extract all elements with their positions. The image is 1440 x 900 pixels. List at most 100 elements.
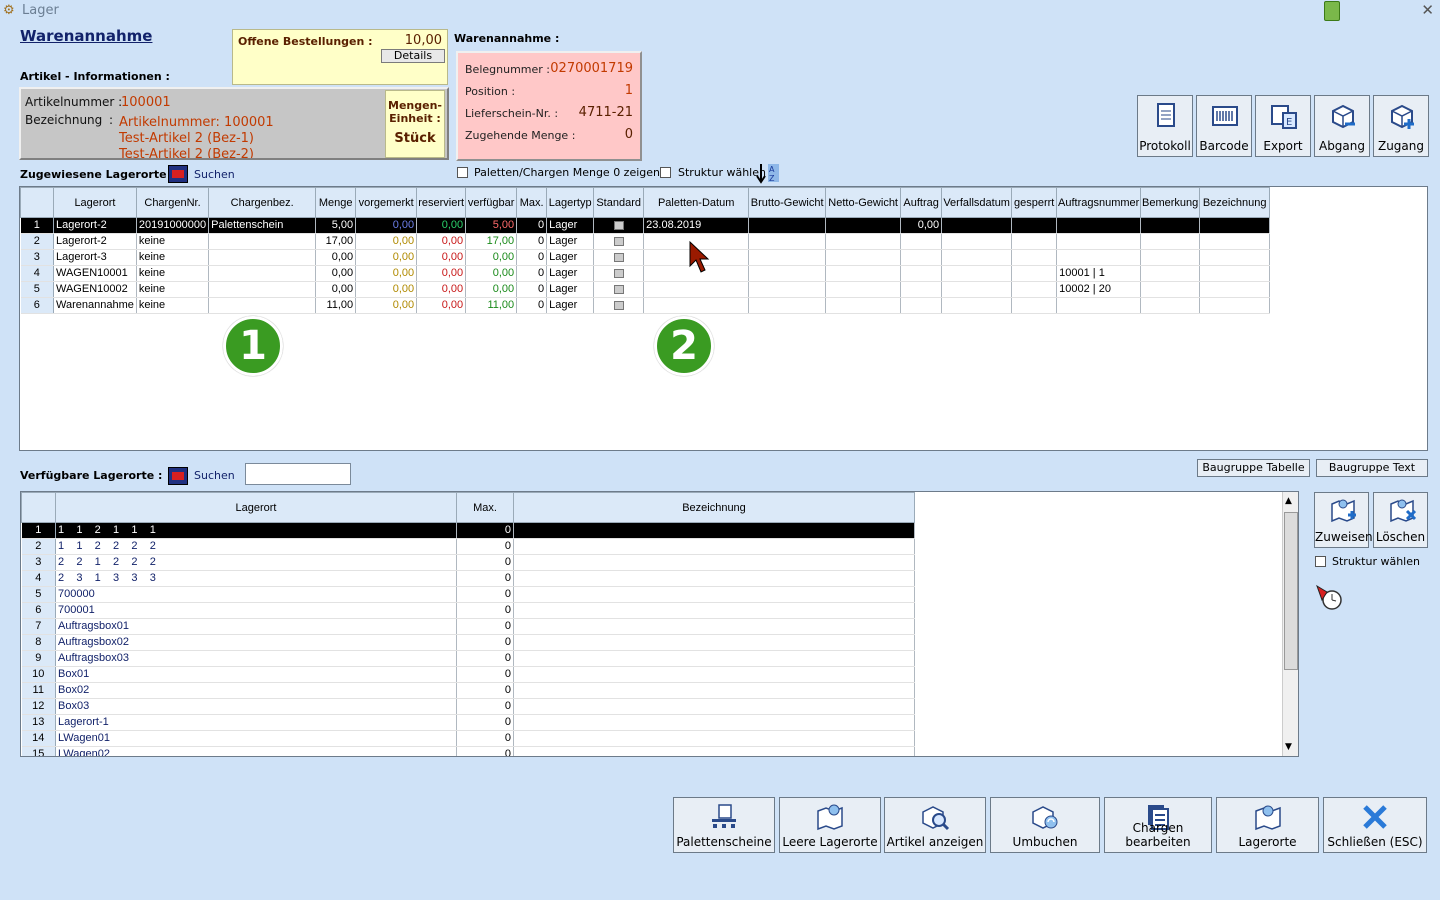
cell-max[interactable]: 0	[456, 634, 514, 651]
cell-empty[interactable]	[825, 265, 902, 282]
cell-menge[interactable]: 0,00	[315, 265, 357, 282]
zugang-button[interactable]: Zugang	[1373, 95, 1429, 157]
assigned-search-link[interactable]: Suchen	[194, 168, 235, 181]
cell-max[interactable]: 0	[456, 618, 514, 635]
cell-empty[interactable]	[1011, 281, 1058, 298]
cell-max[interactable]: 0	[516, 217, 548, 234]
cell-bezeichnung[interactable]	[513, 746, 915, 756]
cell-max[interactable]: 0	[456, 602, 514, 619]
cell-max[interactable]: 0	[456, 746, 514, 756]
palettenscheine-button[interactable]: Palettenscheine	[673, 797, 775, 853]
cell-bezeichnung[interactable]	[513, 538, 915, 555]
cell-empty[interactable]	[825, 249, 902, 266]
cell-empty[interactable]	[1199, 265, 1271, 282]
cell-auftragsnr[interactable]	[1056, 249, 1142, 266]
zuweisen-button[interactable]: Zuweisen	[1314, 492, 1373, 548]
cell-bezeichnung[interactable]	[513, 522, 915, 539]
cell-lagerort[interactable]: Auftragsbox03	[55, 650, 457, 667]
cell-empty[interactable]	[1199, 249, 1271, 266]
cell-n[interactable]: 9	[21, 650, 56, 667]
cell-datum[interactable]	[643, 297, 750, 314]
scroll-up-icon[interactable]: ▲	[1285, 496, 1292, 506]
col-header[interactable]: ChargenNr.	[135, 187, 210, 218]
cell-n[interactable]: 3	[21, 554, 56, 571]
cell-n[interactable]: 6	[20, 297, 54, 314]
cell-menge[interactable]: 17,00	[315, 233, 357, 250]
standard-checkbox[interactable]	[613, 220, 624, 230]
cell-auftragsnr[interactable]	[1056, 217, 1142, 234]
cell-empty[interactable]	[1140, 297, 1201, 314]
cell-max[interactable]: 0	[516, 265, 548, 282]
cell-bezeichnung[interactable]	[513, 586, 915, 603]
cell-max[interactable]: 0	[456, 682, 514, 699]
cell-n[interactable]: 8	[21, 634, 56, 651]
table-row[interactable]: 11 1 2 1 1 10	[21, 522, 915, 539]
cell-empty[interactable]	[1011, 249, 1058, 266]
standard-checkbox[interactable]	[613, 236, 624, 246]
cell-res[interactable]: 0,00	[416, 217, 467, 234]
cell-verf[interactable]: 5,00	[465, 217, 518, 234]
cell-empty[interactable]	[941, 217, 1013, 234]
export-button[interactable]: E Export	[1255, 95, 1311, 157]
cell-lagerort[interactable]: LWagen01	[55, 730, 457, 747]
cell-empty[interactable]	[1011, 217, 1058, 234]
close-window-button[interactable]: ✕	[1421, 1, 1434, 19]
cell-chargenbez[interactable]	[208, 233, 317, 250]
protokoll-button[interactable]: Protokoll	[1137, 95, 1193, 157]
cell-chargenbez[interactable]	[208, 297, 317, 314]
cell-menge[interactable]: 0,00	[315, 281, 357, 298]
cell-lagerort[interactable]: Lagerort-2	[53, 233, 137, 250]
cell-bezeichnung[interactable]	[513, 634, 915, 651]
cell-auftragsnr[interactable]	[1056, 233, 1142, 250]
phone-icon[interactable]	[1324, 1, 1340, 21]
cell-empty[interactable]	[1140, 265, 1201, 282]
table-row[interactable]: 1 Lagerort-2 20191000000 Palettenschein 5,00…	[20, 217, 1271, 234]
cell-lagerort[interactable]: Auftragsbox01	[55, 618, 457, 635]
table-row[interactable]: 21 1 2 2 2 20	[21, 538, 915, 555]
col-header[interactable]: Bezeichnung	[1199, 187, 1271, 218]
cell-max[interactable]: 0	[516, 297, 548, 314]
cell-empty[interactable]	[1140, 217, 1201, 234]
cell-bezeichnung[interactable]	[513, 730, 915, 747]
standard-checkbox[interactable]	[613, 252, 624, 262]
col-header[interactable]: Lagertyp	[546, 187, 595, 218]
cell-empty[interactable]	[1199, 217, 1271, 234]
cell-max[interactable]: 0	[516, 233, 548, 250]
cell-standard[interactable]	[593, 281, 645, 298]
barcode-button[interactable]: Barcode	[1196, 95, 1252, 157]
search-icon[interactable]	[168, 467, 188, 485]
cell-res[interactable]: 0,00	[416, 265, 467, 282]
cell-bezeichnung[interactable]	[513, 698, 915, 715]
col-header[interactable]: Netto-Gewicht	[825, 187, 902, 218]
cell-empty[interactable]	[825, 217, 902, 234]
cell-menge[interactable]: 5,00	[315, 217, 357, 234]
cell-datum[interactable]	[643, 281, 750, 298]
cell-standard[interactable]	[593, 217, 645, 234]
cell-vorg[interactable]: 0,00	[355, 281, 418, 298]
cell-chargenbez[interactable]	[208, 249, 317, 266]
cell-lagerort[interactable]: 2 3 1 3 3 3	[55, 570, 457, 587]
cell-n[interactable]: 5	[21, 586, 56, 603]
cell-bezeichnung[interactable]	[513, 602, 915, 619]
cell-n[interactable]: 7	[21, 618, 56, 635]
col-header[interactable]: Bezeichnung	[513, 492, 915, 523]
artikel-anzeigen-button[interactable]: Artikel anzeigen	[884, 797, 986, 853]
cell-bezeichnung[interactable]	[513, 714, 915, 731]
cell-empty[interactable]	[748, 281, 827, 298]
cell-empty[interactable]	[1011, 265, 1058, 282]
cell-res[interactable]: 0,00	[416, 281, 467, 298]
col-header[interactable]: Auftrag	[900, 187, 943, 218]
table-row[interactable]: 9 Auftragsbox03 0	[21, 650, 915, 667]
cell-max[interactable]: 0	[456, 666, 514, 683]
cell-empty[interactable]	[1011, 297, 1058, 314]
available-search-input[interactable]	[245, 463, 351, 485]
cell-empty[interactable]	[941, 265, 1013, 282]
cell-auftragsnr[interactable]	[1056, 297, 1142, 314]
cell-vorg[interactable]: 0,00	[355, 217, 418, 234]
cell-standard[interactable]	[593, 233, 645, 250]
cell-verf[interactable]: 0,00	[465, 249, 518, 266]
cell-empty[interactable]	[1140, 281, 1201, 298]
baugruppe-text-button[interactable]: Baugruppe Text	[1316, 459, 1428, 477]
cell-bezeichnung[interactable]	[513, 650, 915, 667]
cell-lagerort[interactable]: 2 2 1 2 2 2	[55, 554, 457, 571]
